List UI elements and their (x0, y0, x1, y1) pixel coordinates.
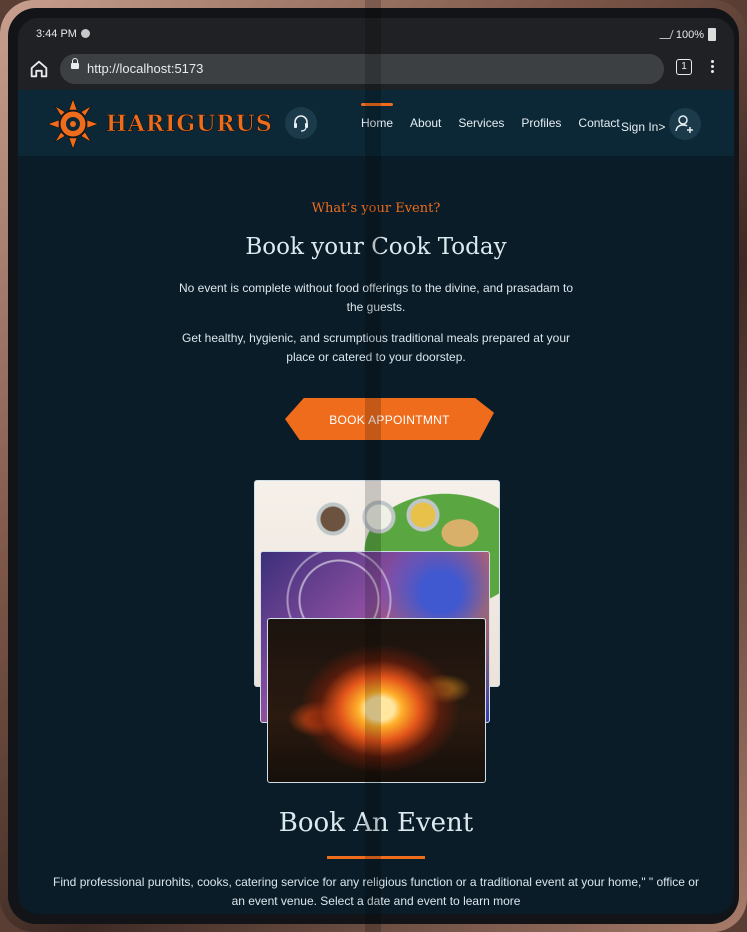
device-frame: 3:44 PM 100% http://localhost:5173 1 HAR… (0, 0, 747, 932)
event-description: Find professional purohits, cooks, cater… (53, 875, 699, 908)
tab-switcher-icon[interactable]: 1 (676, 59, 692, 75)
nav-services[interactable]: Services (458, 116, 504, 130)
nav-about[interactable]: About (410, 116, 441, 130)
havan-fire-image (267, 618, 486, 783)
site-navbar: HARIGURUS Home About Services Profiles C… (18, 90, 734, 156)
battery-icon (708, 28, 716, 41)
nav-home[interactable]: Home (361, 103, 394, 130)
spotify-icon (80, 29, 90, 38)
more-menu-icon[interactable] (708, 58, 716, 78)
hero-title: Book your Cook Today (245, 234, 507, 260)
add-user-icon[interactable] (669, 108, 701, 140)
sign-in-link[interactable]: Sign In> (621, 120, 665, 134)
url-text: http://localhost:5173 (87, 61, 204, 76)
hero-paragraph-1: No event is complete without food offeri… (178, 281, 573, 314)
hero-tagline: What’s your Event? (311, 201, 441, 216)
screen: 3:44 PM 100% http://localhost:5173 1 HAR… (18, 18, 734, 914)
address-bar[interactable]: http://localhost:5173 (60, 54, 664, 84)
home-icon[interactable] (28, 58, 50, 80)
nav-links: Home About Services Profiles Contact (361, 90, 637, 156)
browser-toolbar: http://localhost:5173 1 (18, 50, 734, 90)
signal-icon (659, 30, 674, 39)
book-appointment-button[interactable]: BOOK APPOINTMNT (285, 398, 494, 440)
event-section-title: Book An Event (278, 808, 474, 838)
brand-name[interactable]: HARIGURUS (106, 111, 273, 138)
headset-icon[interactable] (285, 107, 317, 139)
battery-percent: 100% (675, 28, 704, 41)
nav-contact[interactable]: Contact (578, 116, 619, 130)
status-time: 3:44 PM (36, 28, 77, 40)
lock-icon (71, 58, 79, 69)
title-underline (327, 856, 425, 859)
nav-profiles[interactable]: Profiles (521, 116, 561, 130)
status-time-wrap: 3:44 PM (36, 28, 90, 40)
status-right: 100% (659, 28, 716, 41)
book-appointment-label: BOOK APPOINTMNT (329, 413, 450, 427)
status-bar: 3:44 PM 100% (18, 18, 734, 50)
sun-logo-icon[interactable] (46, 97, 100, 151)
hero-paragraph-2: Get healthy, hygienic, and scrumptious t… (182, 331, 570, 364)
